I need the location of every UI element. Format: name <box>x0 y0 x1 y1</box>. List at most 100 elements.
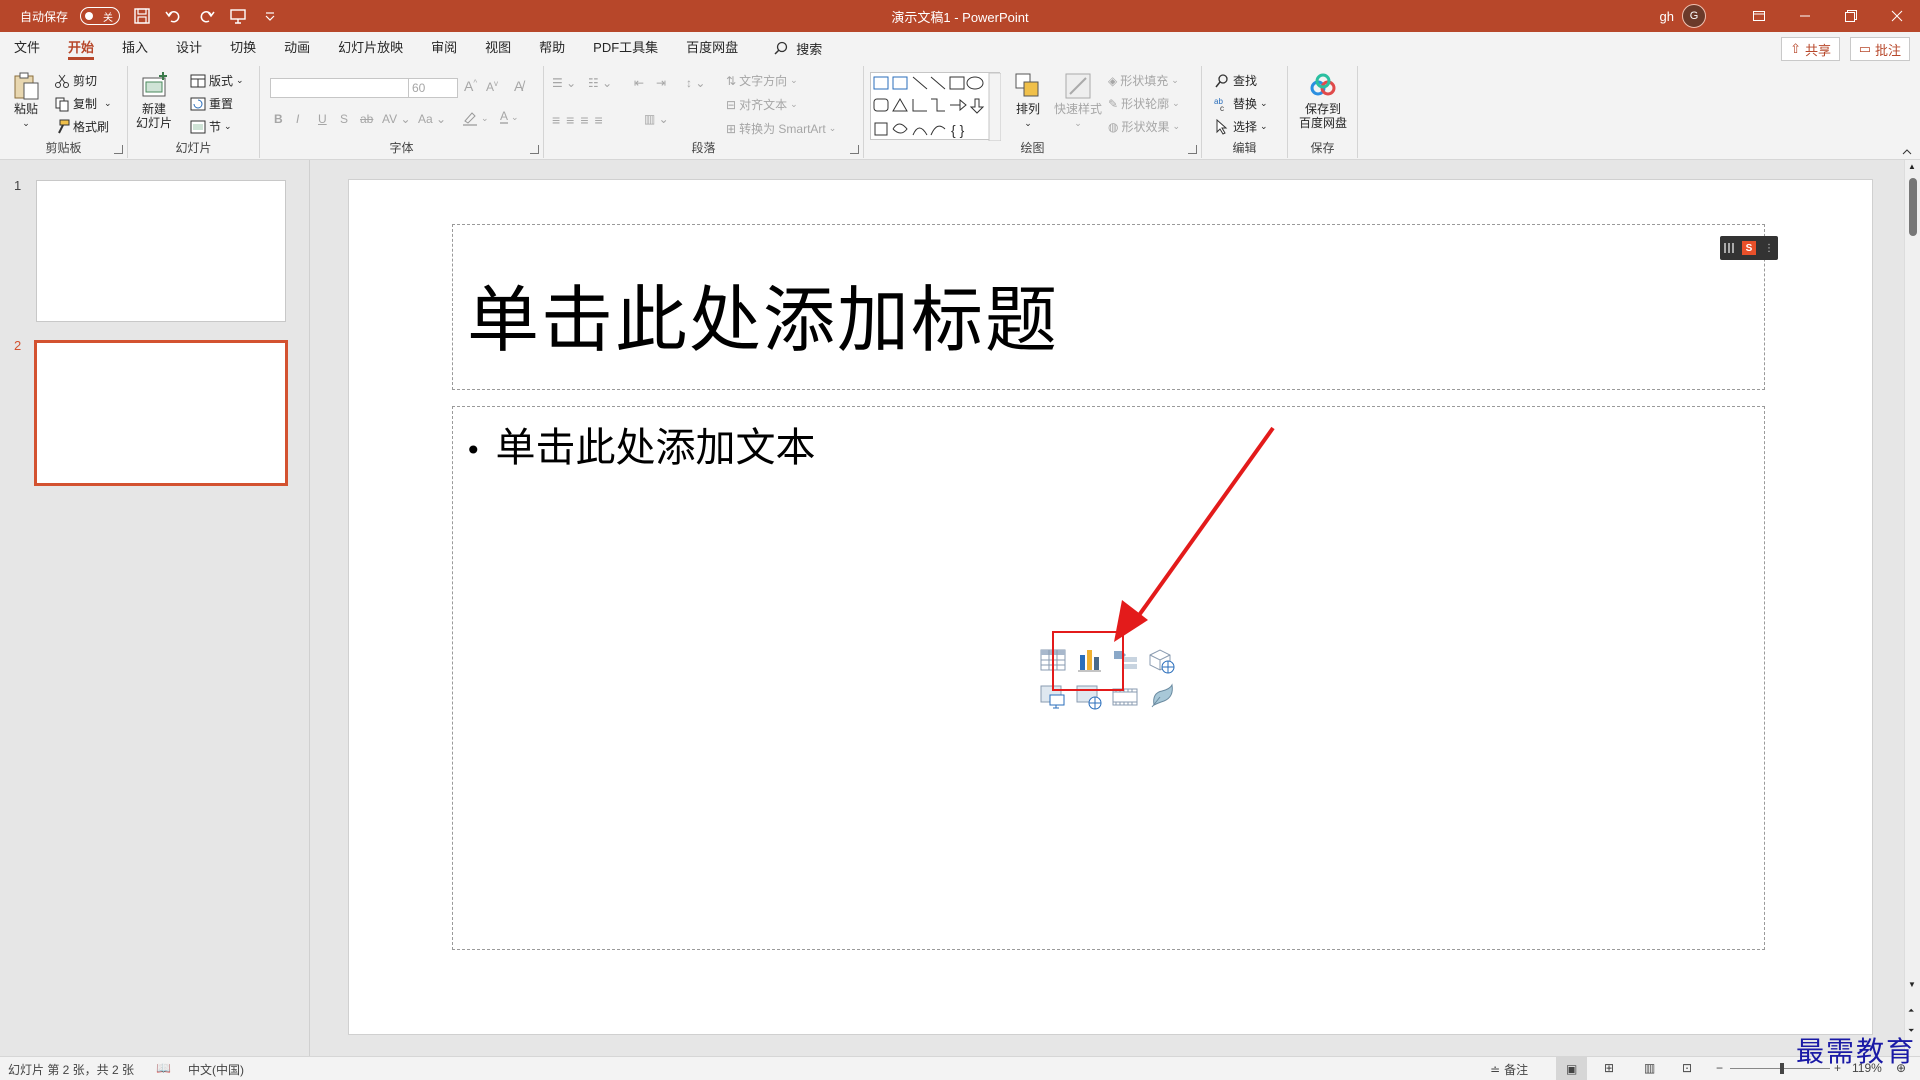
paste-button[interactable]: 粘贴 ⌄ <box>10 70 42 130</box>
align-text-button[interactable]: ⊟ 对齐文本 ⌄ <box>726 96 798 113</box>
comments-button[interactable]: ▭ 批注 <box>1849 37 1910 61</box>
select-button[interactable]: 选择 ⌄ <box>1214 118 1268 135</box>
format-painter-button[interactable]: 格式刷 <box>54 118 109 135</box>
font-color-icon: A <box>500 109 509 124</box>
ime-floating-toolbar[interactable]: S ⋮ <box>1720 236 1778 260</box>
insert-icons-icon[interactable] <box>1146 681 1176 711</box>
chevron-down-icon: ⌄ <box>236 75 244 85</box>
layout-button[interactable]: 版式 ⌄ <box>190 72 244 89</box>
tab-insert[interactable]: 插入 <box>108 32 162 64</box>
start-from-beginning-icon[interactable] <box>228 6 248 26</box>
font-color-button[interactable]: A ⌄ <box>500 110 519 124</box>
decrease-indent-button[interactable]: ⇤ <box>634 76 644 90</box>
bullets-button[interactable]: ☰ ⌄ <box>552 76 576 90</box>
decrease-indent-icon: ⇤ <box>634 76 645 90</box>
pen-icon: ✎ <box>1108 96 1119 111</box>
change-case-button[interactable]: Aa ⌄ <box>418 112 446 126</box>
tab-baidu-netdisk[interactable]: 百度网盘 <box>672 32 752 64</box>
increase-indent-button[interactable]: ⇥ <box>656 76 666 90</box>
character-spacing-button[interactable]: AV ⌄ <box>382 112 411 126</box>
strikethrough-button[interactable]: ab <box>360 112 373 126</box>
redo-icon[interactable] <box>196 6 216 26</box>
undo-icon[interactable] <box>164 6 184 26</box>
shadow-button[interactable]: S <box>340 112 348 126</box>
spelling-check-icon[interactable]: 📖 <box>156 1061 171 1075</box>
vertical-scrollbar[interactable]: ▲ ▼ ⏶ ⏷ <box>1904 160 1920 1056</box>
scrollbar-thumb[interactable] <box>1909 178 1917 236</box>
slide-sorter-view-icon[interactable]: ⊞ <box>1604 1061 1614 1075</box>
insert-3d-model-icon[interactable] <box>1146 645 1176 675</box>
tab-animations[interactable]: 动画 <box>270 32 324 64</box>
tab-transitions[interactable]: 切换 <box>216 32 270 64</box>
autosave-toggle[interactable]: 关 <box>80 7 121 25</box>
quick-styles-button[interactable]: 快速样式 ⌄ <box>1054 70 1102 130</box>
copy-button[interactable]: 复制 ⌄ <box>54 95 112 112</box>
text-direction-button[interactable]: ⇅ 文字方向 ⌄ <box>726 72 798 89</box>
font-launcher[interactable] <box>530 145 539 154</box>
notes-button[interactable]: ≐ 备注 <box>1490 1061 1528 1078</box>
reset-button[interactable]: 重置 <box>190 95 233 112</box>
line-spacing-button[interactable]: ↕ ⌄ <box>686 76 705 90</box>
status-bar: 幻灯片 第 2 张，共 2 张 📖 中文(中国) ≐ 备注 ▣ ⊞ ▥ ⊡ − +… <box>0 1056 1920 1080</box>
drawing-launcher[interactable] <box>1188 145 1197 154</box>
clear-formatting-button[interactable]: A̸ <box>514 78 523 94</box>
scroll-down-icon[interactable]: ▼ <box>1908 980 1916 989</box>
language-indicator[interactable]: 中文(中国) <box>188 1061 244 1078</box>
customize-toolbar-icon[interactable] <box>260 6 280 26</box>
shape-effects-button[interactable]: ◍ 形状效果 ⌄ <box>1108 118 1180 135</box>
reading-view-icon[interactable]: ▥ <box>1644 1061 1655 1075</box>
bold-button[interactable]: B <box>274 112 283 126</box>
arrange-button[interactable]: 排列 ⌄ <box>1012 70 1044 130</box>
alignment-buttons[interactable]: ≡≡≡≡ <box>552 112 609 128</box>
replace-label: 替换 <box>1233 97 1258 111</box>
restore-button[interactable] <box>1828 0 1874 32</box>
highlight-button[interactable]: ⌄ <box>462 110 489 126</box>
convert-smartart-button[interactable]: ⊞ 转换为 SmartArt ⌄ <box>726 120 836 137</box>
numbering-button[interactable]: ☷ ⌄ <box>588 76 612 90</box>
tab-design[interactable]: 设计 <box>162 32 216 64</box>
avatar[interactable]: G <box>1682 4 1706 28</box>
minimize-button[interactable] <box>1782 0 1828 32</box>
user-name[interactable]: gh <box>1660 9 1674 24</box>
tab-home[interactable]: 开始 <box>54 32 108 64</box>
collapse-ribbon-icon[interactable] <box>1902 147 1912 157</box>
clipboard-launcher[interactable] <box>114 145 123 154</box>
increase-font-size-button[interactable]: A^ <box>464 78 477 94</box>
save-to-baidu-button[interactable]: 保存到 百度网盘 <box>1294 70 1352 130</box>
section-button[interactable]: 节 ⌄ <box>190 118 232 135</box>
shape-fill-button[interactable]: ◈ 形状填充 ⌄ <box>1108 72 1179 89</box>
new-slide-button[interactable]: 新建 幻灯片 <box>136 70 172 130</box>
columns-button[interactable]: ▥ ⌄ <box>644 112 669 126</box>
font-size-dropdown[interactable]: 60 <box>408 78 458 98</box>
zoom-out-icon[interactable]: − <box>1716 1061 1723 1075</box>
decrease-font-size-button[interactable]: Av <box>486 79 498 94</box>
previous-slide-icon[interactable]: ⏶ <box>1908 1006 1914 1016</box>
scroll-up-icon[interactable]: ▲ <box>1908 162 1916 171</box>
close-button[interactable] <box>1874 0 1920 32</box>
tab-review[interactable]: 审阅 <box>417 32 471 64</box>
cut-button[interactable]: 剪切 <box>54 72 97 89</box>
find-button[interactable]: 查找 <box>1214 72 1257 89</box>
italic-button[interactable]: I <box>296 112 299 126</box>
tab-file[interactable]: 文件 <box>0 32 54 64</box>
shapes-gallery[interactable]: { } <box>870 72 1002 142</box>
tab-slide-show[interactable]: 幻灯片放映 <box>324 32 417 64</box>
slide-thumbnail-1[interactable] <box>36 180 286 322</box>
shape-outline-button[interactable]: ✎ 形状轮廓 ⌄ <box>1108 95 1180 112</box>
slide-show-view-icon[interactable]: ⊡ <box>1682 1061 1692 1075</box>
underline-button[interactable]: U <box>318 112 327 126</box>
slide-thumbnail-2[interactable] <box>34 340 288 486</box>
zoom-slider-thumb[interactable] <box>1780 1063 1784 1074</box>
tab-help[interactable]: 帮助 <box>525 32 579 64</box>
font-name-dropdown[interactable] <box>270 78 412 98</box>
tab-pdf-tools[interactable]: PDF工具集 <box>579 32 672 64</box>
save-icon[interactable] <box>132 6 152 26</box>
title-placeholder[interactable]: 单击此处添加标题 <box>452 224 1765 390</box>
paragraph-launcher[interactable] <box>850 145 859 154</box>
normal-view-icon[interactable]: ▣ <box>1556 1057 1588 1080</box>
replace-button[interactable]: ab c 替换 ⌄ <box>1214 95 1268 112</box>
search-box[interactable]: 搜索 <box>774 32 822 64</box>
share-button[interactable]: ⇧ 共享 <box>1781 37 1840 61</box>
tab-view[interactable]: 视图 <box>471 32 525 64</box>
ribbon-display-options-button[interactable] <box>1736 0 1782 32</box>
